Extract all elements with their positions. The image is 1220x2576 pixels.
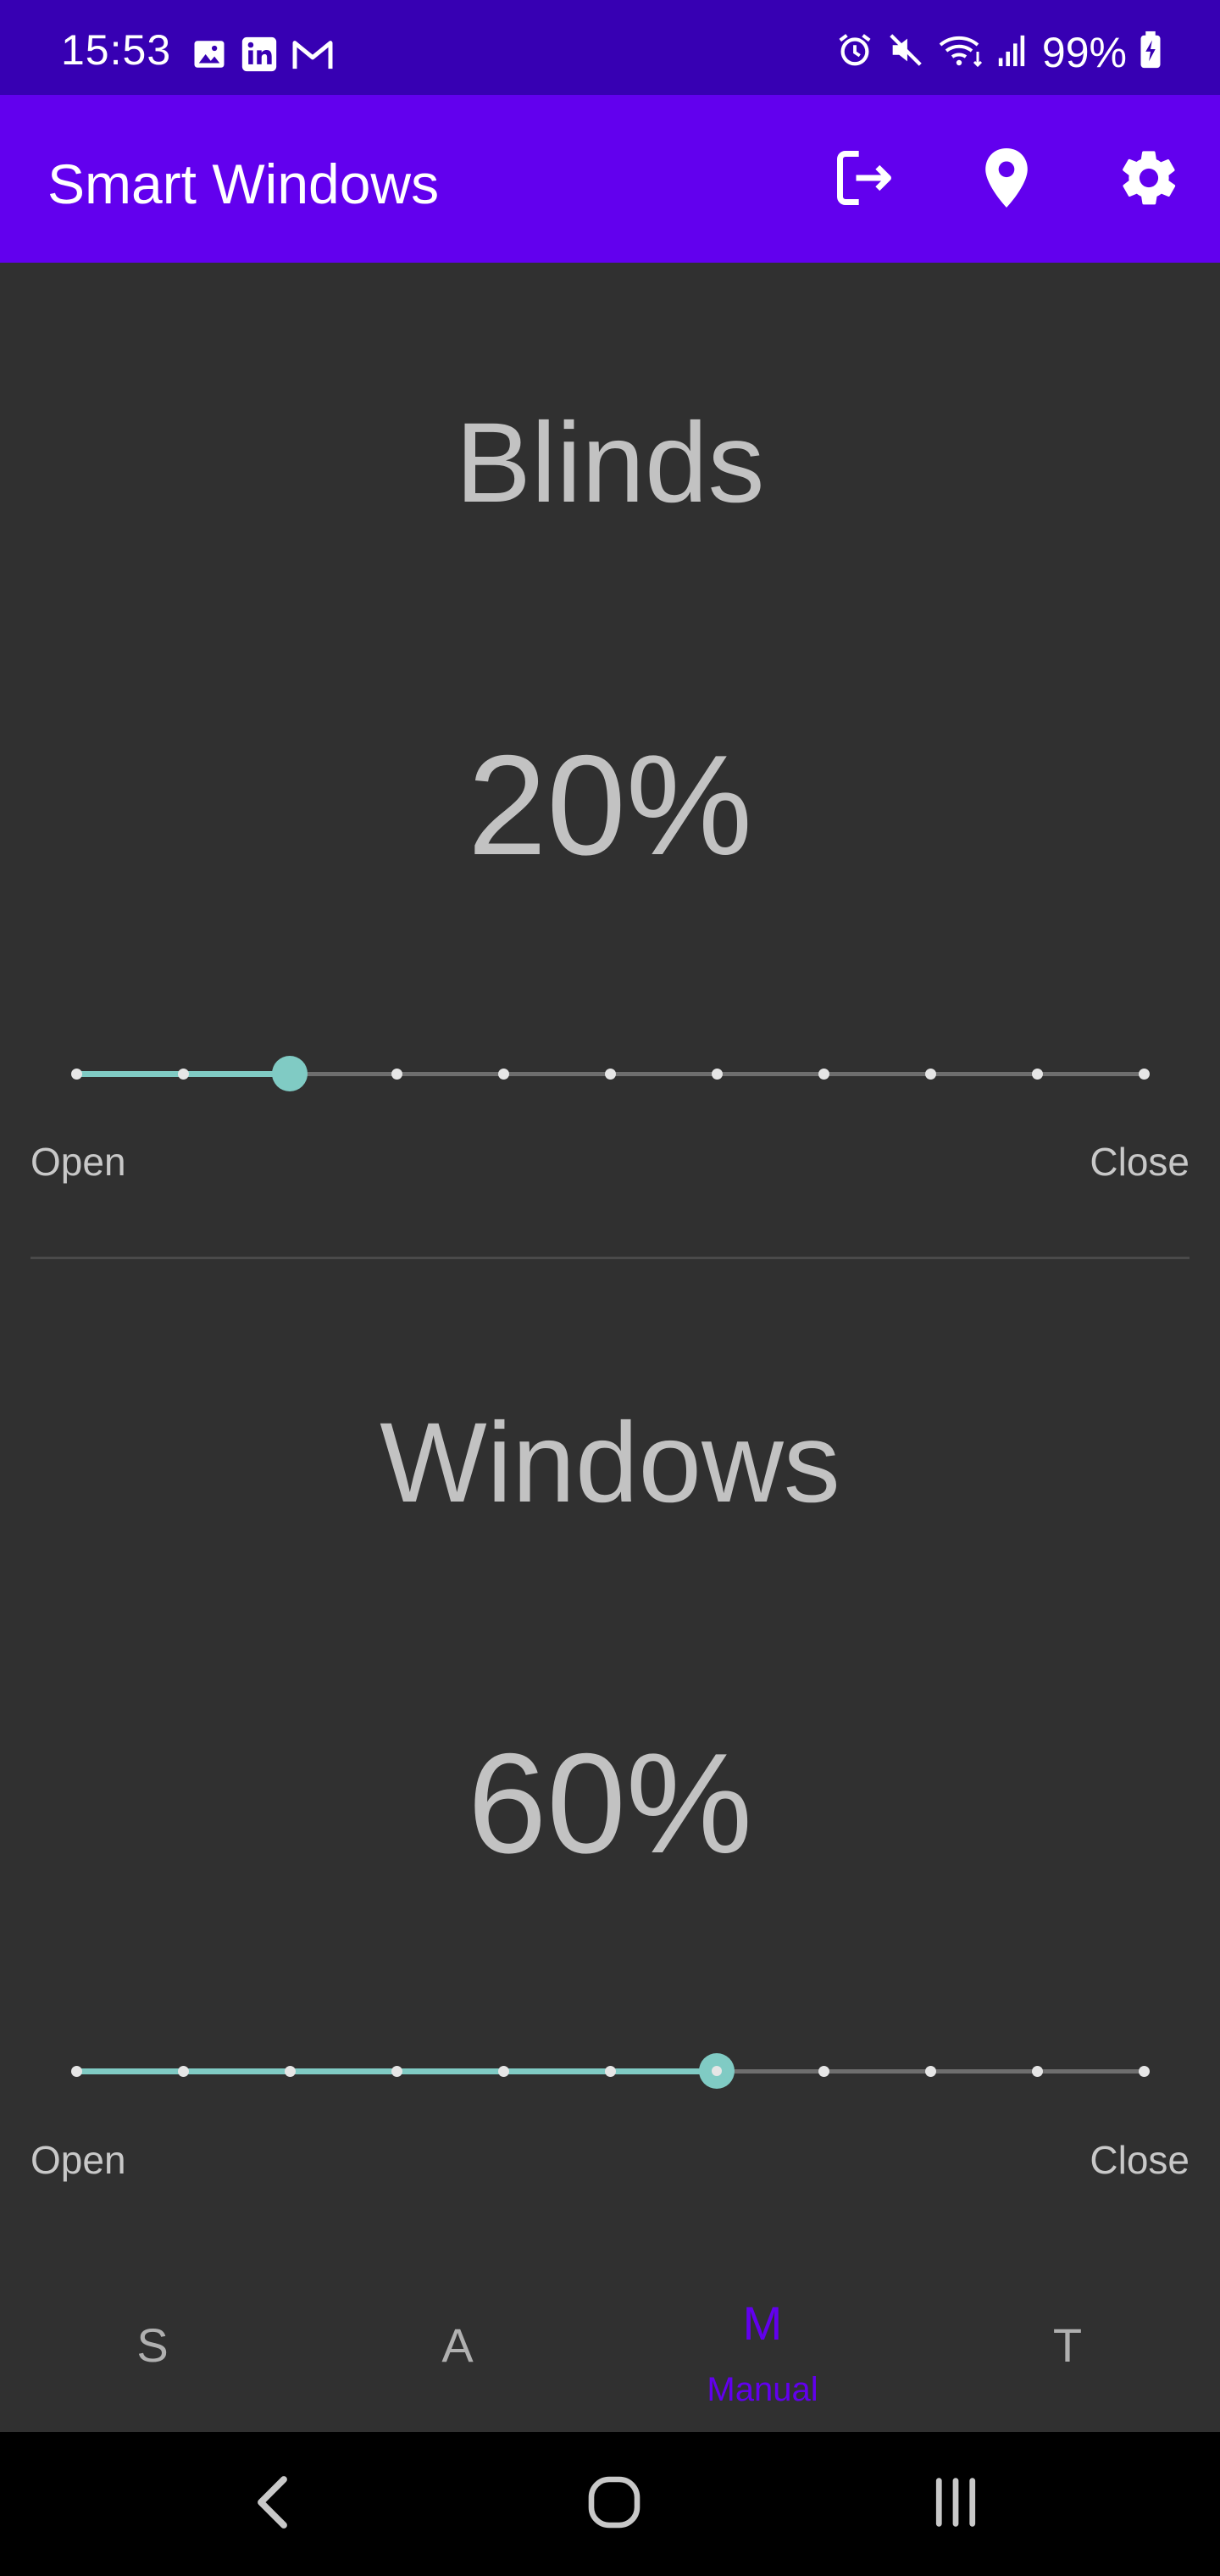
slider-tick — [70, 2066, 82, 2077]
blinds-value: 20% — [467, 725, 753, 885]
recents-icon — [929, 2476, 982, 2533]
slider-tick — [1138, 1069, 1150, 1080]
system-status-icons: 99% — [835, 31, 1162, 74]
nav-item-label: A — [441, 2318, 474, 2372]
signal-icon — [996, 32, 1030, 72]
slider-tick — [1031, 2066, 1043, 2077]
windows-value: 60% — [467, 1724, 753, 1883]
location-icon — [977, 146, 1036, 214]
nav-item-label: S — [136, 2318, 169, 2372]
slider-tick — [924, 2066, 936, 2077]
back-button[interactable] — [206, 2432, 341, 2576]
status-time: 15:53 — [61, 26, 172, 74]
slider-tick — [391, 2066, 402, 2077]
slider-tick — [497, 2066, 509, 2077]
blinds-slider[interactable] — [70, 1048, 1150, 1099]
home-button[interactable] — [546, 2432, 682, 2576]
slider-tick — [604, 2066, 616, 2077]
blinds-close-label: Close — [1090, 1140, 1190, 1184]
notification-icons — [191, 36, 334, 77]
slider-tick — [604, 1069, 616, 1080]
windows-open-label: Open — [30, 2138, 126, 2182]
gmail-icon — [291, 36, 334, 76]
gear-icon — [1117, 146, 1181, 214]
nav-item-label: T — [1052, 2318, 1083, 2372]
nav-item-caption: Manual — [707, 2371, 818, 2408]
alarm-icon — [835, 31, 874, 74]
app-title: Smart Windows — [47, 153, 440, 215]
logout-icon — [832, 146, 896, 214]
slider-tick — [1031, 1069, 1043, 1080]
nav-item-s[interactable]: S — [0, 2254, 305, 2432]
slider-tick — [818, 1069, 829, 1080]
nav-item-manual[interactable]: M Manual — [610, 2254, 915, 2432]
settings-button[interactable] — [1113, 144, 1184, 215]
blinds-title: Blinds — [455, 400, 765, 526]
back-icon — [252, 2474, 295, 2534]
wifi-icon — [937, 31, 984, 74]
recents-button[interactable] — [888, 2432, 1023, 2576]
slider-tick — [818, 2066, 829, 2077]
slider-tick — [70, 1069, 82, 1080]
nav-item-a[interactable]: A — [305, 2254, 610, 2432]
bottom-navigation: S A M Manual T — [0, 2254, 1220, 2432]
gallery-icon — [191, 36, 227, 76]
slider-tick — [497, 1069, 509, 1080]
windows-close-label: Close — [1090, 2138, 1190, 2182]
windows-slider[interactable] — [70, 2046, 1150, 2096]
app-bar: Smart Windows — [0, 95, 1220, 263]
slider-thumb[interactable] — [699, 2053, 735, 2089]
nav-item-label: M — [742, 2296, 783, 2350]
nav-item-t[interactable]: T — [915, 2254, 1220, 2432]
slider-tick — [1138, 2066, 1150, 2077]
home-icon — [586, 2474, 642, 2534]
battery-charging-icon — [1139, 31, 1162, 74]
slider-tick — [924, 1069, 936, 1080]
slider-tick — [711, 1069, 723, 1080]
logout-button[interactable] — [829, 144, 900, 215]
slider-tick — [391, 1069, 402, 1080]
windows-title: Windows — [380, 1400, 840, 1526]
location-button[interactable] — [971, 144, 1042, 215]
mute-icon — [886, 31, 925, 74]
slider-tick — [177, 2066, 189, 2077]
status-bar: 15:53 99% — [0, 0, 1220, 95]
slider-thumb[interactable] — [272, 1056, 308, 1091]
blinds-open-label: Open — [30, 1140, 126, 1184]
slider-tick — [284, 2066, 296, 2077]
section-divider — [30, 1257, 1190, 1259]
linkedin-icon — [241, 36, 278, 77]
slider-tick — [177, 1069, 189, 1080]
system-navigation-bar — [0, 2432, 1220, 2576]
battery-percentage: 99% — [1041, 28, 1127, 76]
